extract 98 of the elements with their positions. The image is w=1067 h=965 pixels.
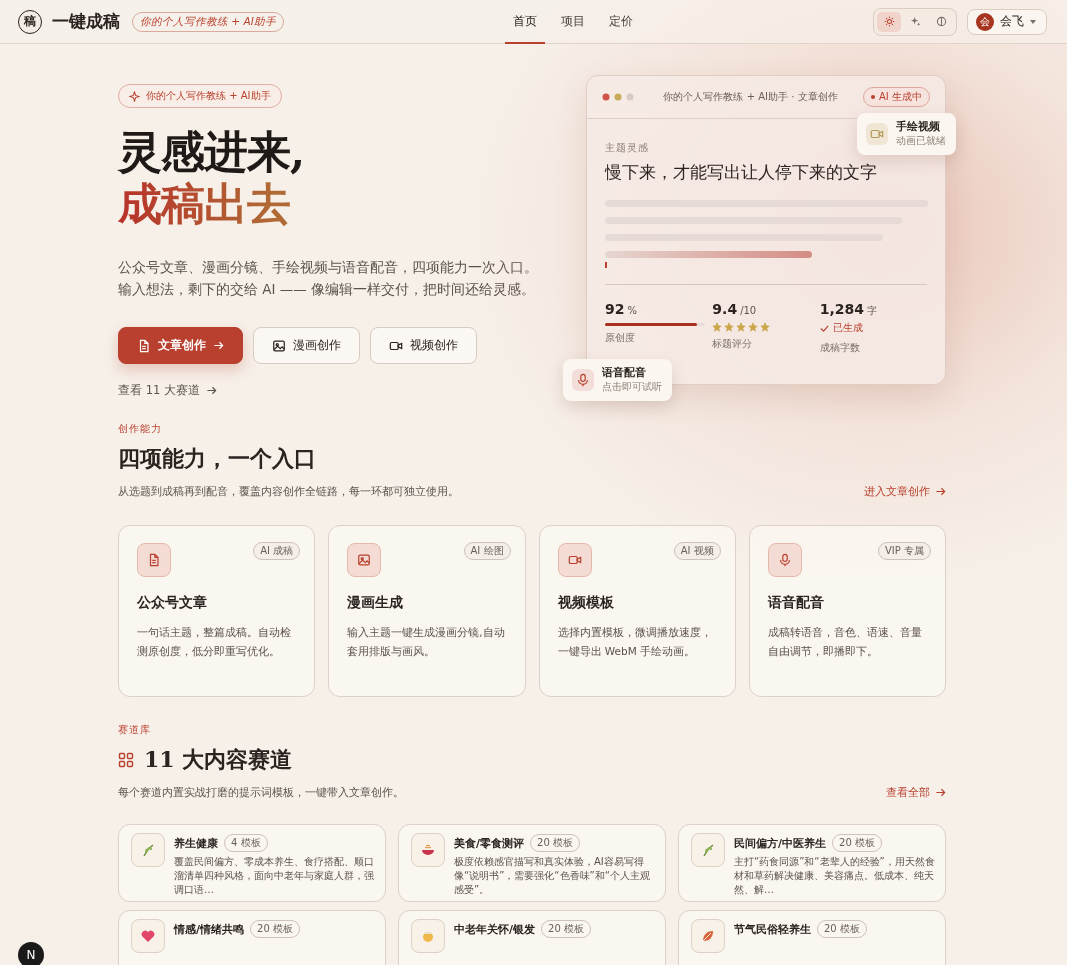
track-title: 养生健康 [174, 835, 218, 851]
track-title: 中老年关怀/银发 [454, 921, 536, 937]
arrow-right-icon [935, 486, 946, 497]
grid-icon [118, 752, 134, 768]
track-description: 覆盖民间偏方、零成本养生、食疗搭配、顺口溜清单四种风格，面向中老年与家庭人群，强调口语… [174, 855, 375, 897]
caret-icon [1030, 19, 1036, 24]
stat-label: 成稿字数 [819, 341, 861, 355]
section-title: 四项能力，一个入口 [118, 444, 316, 473]
track-title: 节气民俗轻养生 [734, 921, 811, 937]
create-button[interactable]: 漫画创作 [253, 327, 360, 364]
arrow-right-icon [935, 787, 946, 798]
sparkle-icon [909, 16, 921, 27]
document-icon [137, 338, 151, 353]
track-card[interactable]: 中老年关怀/银发 20 模板 [398, 910, 666, 965]
stat-label: 原创度 [605, 331, 636, 345]
window-title: 你的个人写作教练 + AI助手 · 文章创作 [662, 90, 839, 104]
floating-card-subtitle: 动画已就绪 [896, 134, 946, 148]
track-card[interactable]: 节气民俗轻养生 20 模板 [678, 910, 946, 965]
floating-card-title: 语音配音 [602, 366, 647, 380]
user-menu[interactable]: 会 会飞 [967, 8, 1047, 35]
theme-mode-button[interactable] [877, 11, 901, 32]
section-eyebrow: 赛道库 [118, 723, 152, 737]
card-badge: AI 视频 [673, 542, 721, 560]
microphone-icon [777, 553, 792, 567]
track-card[interactable]: 民间偏方/中医养生 20 模板 主打“药食同源”和“老辈人的经验”，用天然食材和草药解决健康、美容痛点。低成本、纯天然、解… [678, 824, 946, 902]
nav-tab[interactable]: 项目 [553, 0, 593, 44]
arrow-right-icon [213, 340, 224, 351]
checkmark-icon [819, 323, 829, 333]
card-description: 成稿转语音，音色、语速、音量自由调节，即播即下。 [767, 625, 923, 659]
floating-card-title: 手绘视频 [896, 120, 941, 134]
hero-title: 灵感进来, [118, 126, 306, 178]
logo-icon[interactable]: 稿 [18, 9, 42, 34]
hero-badge: 你的个人写作教练 + AI助手 [118, 84, 282, 108]
video-camera-icon [870, 127, 884, 141]
card-title: 漫画生成 [347, 594, 405, 612]
track-title: 美食/零食测评 [454, 835, 525, 851]
hero-description: 公众号文章、漫画分镜、手绘视频与语音配音，四项能力一次入口。 [118, 258, 539, 277]
section-title: 11 大内容赛道 [144, 745, 293, 774]
track-card[interactable]: 美食/零食测评 20 模板 极度依赖感官描写和真实体验，AI容易写得像“说明书”，需要强化“色香味”和“个人主观感受”。 [398, 824, 666, 902]
track-title: 情感/情绪共鸣 [174, 921, 245, 937]
card-title: 语音配音 [767, 594, 825, 612]
section-eyebrow: 创作能力 [118, 422, 163, 436]
star-icon [736, 322, 747, 332]
hero-description: 输入想法，剩下的交给 AI —— 像编辑一样交付，把时间还给灵感。 [118, 280, 537, 299]
generating-badge: AI 生成中 [863, 87, 930, 107]
card-description: 输入主题一键生成漫画分镜,自动套用排版与画风。 [347, 625, 506, 659]
microphone-icon [576, 373, 590, 387]
track-title: 民间偏方/中医养生 [734, 835, 827, 851]
document-icon [147, 553, 161, 567]
star-icon [724, 322, 735, 332]
image-icon [272, 338, 286, 353]
feature-card[interactable]: AI 成稿 公众号文章 一句话主题，整篇成稿。自动检测原创度，低分即重写优化。 [118, 525, 316, 697]
video-camera-icon [567, 553, 582, 567]
sparkle-icon [129, 90, 140, 102]
track-card[interactable]: 情感/情绪共鸣 20 模板 [118, 910, 386, 965]
card-description: 选择内置模板，微调播放速度，一键导出 WebM 手绘动画。 [557, 625, 713, 659]
brand-name: 一键成稿 [52, 10, 120, 33]
section-subtitle: 每个赛道内置实战打磨的提示词模板，一键带入文章创作。 [118, 785, 404, 800]
stat-value: 1,284 字 [819, 301, 878, 318]
star-icon [760, 322, 771, 332]
view-all-link[interactable]: 查看全部 [886, 785, 946, 800]
autumn-leaf-icon [700, 928, 716, 944]
heart-icon [140, 928, 156, 944]
create-button[interactable]: 文章创作 [118, 327, 243, 364]
sun-icon [883, 16, 895, 27]
enter-article-link[interactable]: 进入文章创作 [864, 484, 946, 499]
dev-indicator-button[interactable]: N [18, 942, 44, 965]
star-icon [748, 322, 759, 332]
section-subtitle: 从选题到成稿再到配音，覆盖内容创作全链路，每一环都可独立使用。 [118, 484, 459, 499]
feature-card[interactable]: AI 视频 视频模板 选择内置模板，微调播放速度，一键导出 WebM 手绘动画。 [538, 525, 736, 697]
star-icon [712, 322, 723, 332]
feature-card[interactable]: AI 绘图 漫画生成 输入主题一键生成漫画分镜,自动套用排版与画风。 [328, 525, 526, 697]
nav-tab[interactable]: 首页 [505, 0, 545, 44]
card-badge: AI 绘图 [463, 542, 511, 560]
track-card[interactable]: 养生健康 4 模板 覆盖民间偏方、零成本养生、食疗搭配、顺口溜清单四种风格，面向中老年与家庭人群，强调口语… [118, 824, 386, 902]
track-description: 主打“药食同源”和“老辈人的经验”，用天然食材和草药解决健康、美容痛点。低成本、纯天然、解… [734, 855, 935, 897]
generated-status: 已生成 [832, 321, 863, 335]
floating-card-subtitle: 点击即可试听 [602, 380, 662, 394]
arrow-right-icon [205, 385, 217, 396]
user-avatar: 会 [976, 12, 994, 31]
preview-headline: 慢下来，才能写出让人停下来的文字 [605, 161, 878, 184]
stat-value: 92 % [605, 301, 638, 317]
half-circle-icon [935, 16, 947, 27]
image-icon [357, 553, 372, 567]
tracks-link[interactable]: 查看 11 大赛道 [118, 383, 217, 398]
track-description: 极度依赖感官描写和真实体验，AI容易写得像“说明书”，需要强化“色香味”和“个人主观感受”。 [454, 855, 651, 897]
stat-label: 标题评分 [712, 337, 754, 351]
card-title: 视频模板 [557, 594, 615, 612]
card-title: 公众号文章 [137, 594, 208, 612]
user-name: 会飞 [1000, 13, 1024, 30]
nav-tab[interactable]: 定价 [601, 0, 641, 44]
feature-card[interactable]: VIP 专属 语音配音 成稿转语音，音色、语速、音量自由调节，即播即下。 [748, 525, 946, 697]
bowl-icon [420, 842, 436, 858]
card-badge: VIP 专属 [878, 542, 931, 560]
create-button[interactable]: 视频创作 [370, 327, 477, 364]
card-badge: AI 成稿 [253, 542, 301, 560]
card-description: 一句话主题，整篇成稿。自动检测原创度，低分即重写优化。 [137, 625, 292, 659]
stat-value: 9.4 /10 [712, 301, 758, 317]
